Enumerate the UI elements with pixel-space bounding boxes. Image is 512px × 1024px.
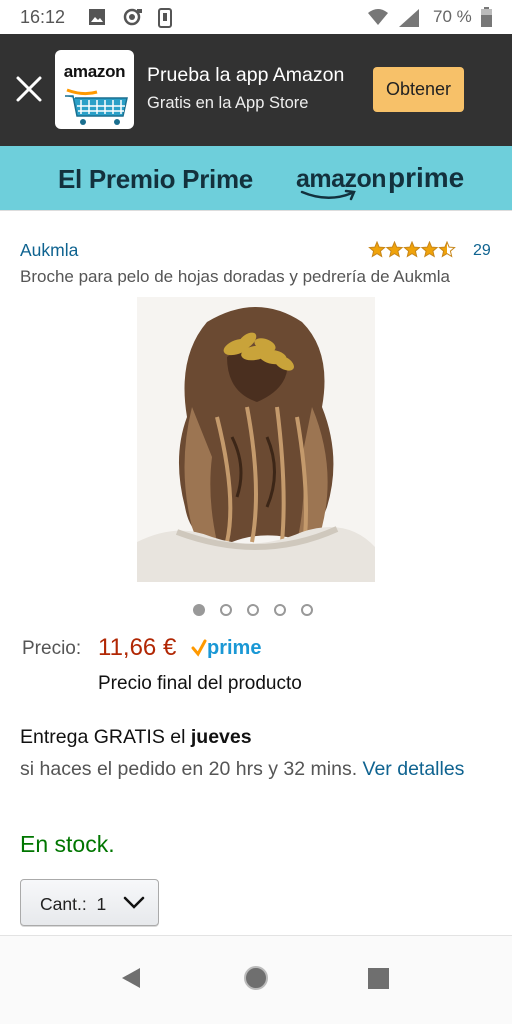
amazon-app-logo: amazon	[55, 50, 134, 129]
rating-star	[403, 241, 421, 258]
chevron-down-icon	[123, 896, 145, 909]
pager-dot[interactable]	[220, 604, 232, 616]
prime-promo-text: El Premio Prime	[58, 164, 253, 194]
signal-icon	[399, 9, 419, 27]
prime-brand-prime: prime	[388, 162, 465, 193]
delivery-day: jueves	[190, 726, 252, 748]
quantity-value: 1	[96, 894, 107, 914]
prime-badge-icon: prime	[191, 637, 261, 659]
battery-percent: 70 %	[433, 7, 472, 26]
stock-status: En stock.	[20, 831, 115, 857]
delivery-cutoff-text: si haces el pedido en 20 hrs y 32 mins.	[20, 758, 363, 780]
home-icon[interactable]	[243, 965, 269, 991]
battery-icon	[481, 7, 492, 27]
app-logo-word: amazon	[63, 62, 126, 81]
section-divider	[0, 210, 512, 211]
amazon-smile-icon	[300, 189, 356, 201]
status-time: 16:12	[20, 7, 66, 27]
product-title: Broche para pelo de hojas doradas y pedr…	[20, 267, 450, 286]
quantity-select[interactable]: Cant.: 1	[20, 879, 159, 926]
rating-count-link[interactable]: 29	[473, 242, 491, 260]
pager-dot[interactable]	[193, 604, 205, 616]
system-nav-bar	[0, 936, 512, 1024]
app-install-banner: amazon Prueba la app Amazon Gratis en la…	[0, 34, 512, 146]
price-value: 11,66 €	[98, 634, 177, 661]
close-icon[interactable]	[14, 74, 44, 104]
brand-link[interactable]: Aukmla	[20, 240, 78, 261]
wifi-icon	[368, 9, 388, 25]
quantity-label: Cant.: 1	[40, 894, 106, 915]
product-image[interactable]	[137, 297, 375, 582]
pager-dot[interactable]	[274, 604, 286, 616]
banner-subtitle: Gratis en la App Store	[147, 94, 309, 112]
cart-icon	[65, 88, 128, 125]
pager-dot[interactable]	[301, 604, 313, 616]
sync-icon	[123, 8, 142, 26]
prime-promo-banner[interactable]: El Premio Prime amazon prime	[0, 146, 512, 210]
prime-badge-text: prime	[207, 637, 261, 659]
delivery-details-link[interactable]: Ver detalles	[363, 758, 465, 780]
rating-star	[385, 241, 404, 258]
image-icon	[89, 9, 105, 25]
status-bar: 16:12 70 %	[0, 0, 512, 34]
back-icon[interactable]	[120, 966, 142, 990]
rating-stars-icon[interactable]	[368, 241, 456, 259]
get-app-button[interactable]: Obtener	[373, 67, 464, 112]
price-label: Precio:	[22, 638, 82, 659]
pager-dot[interactable]	[247, 604, 259, 616]
delivery-prefix: Entrega GRATIS el	[20, 726, 191, 748]
delivery-cutoff: si haces el pedido en 20 hrs y 32 mins. …	[20, 755, 490, 783]
rating-star	[420, 241, 439, 258]
phone-icon	[158, 8, 172, 28]
price-note: Precio final del producto	[98, 673, 302, 694]
recents-icon[interactable]	[368, 968, 389, 989]
banner-title: Prueba la app Amazon	[147, 64, 345, 86]
rating-star	[438, 241, 456, 258]
quantity-label-text: Cant.:	[40, 894, 87, 914]
delivery-line: Entrega GRATIS el jueves	[20, 726, 252, 749]
rating-star	[368, 241, 386, 258]
